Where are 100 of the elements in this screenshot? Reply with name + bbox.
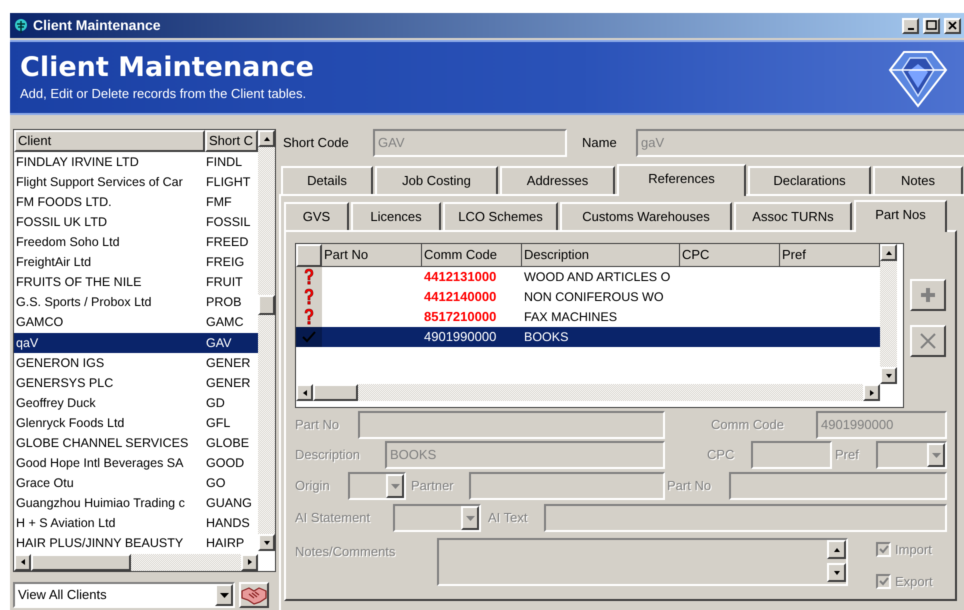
add-button[interactable]: [910, 279, 946, 311]
plus-icon: [919, 286, 937, 304]
tab[interactable]: Notes: [873, 166, 963, 194]
field-label: AI Text: [488, 509, 529, 528]
app-icon: [13, 18, 29, 34]
client-row[interactable]: Guangzhou Huimiao Trading c GUANG: [14, 494, 258, 514]
table-cell-text: Glenryck Foods Ltd: [15, 414, 126, 432]
field-label: Partner: [411, 477, 455, 496]
header-title: Client Maintenance: [20, 52, 315, 84]
close-icon: [919, 332, 937, 350]
table-cell-text: NON CONIFEROUS WO: [523, 288, 665, 306]
delete-button[interactable]: [910, 325, 946, 357]
scroll-left-button[interactable]: [14, 554, 31, 571]
client-row[interactable]: GLOBE CHANNEL SERVICES GLOBE: [14, 433, 258, 454]
tab[interactable]: GVS: [284, 202, 349, 230]
tab[interactable]: Licences: [351, 202, 441, 230]
client-row[interactable]: FINDLAY IRVINE LTD FINDL: [14, 152, 258, 172]
close-button[interactable]: [944, 18, 961, 34]
client-row[interactable]: FRUITS OF THE NILE FRUIT: [14, 272, 258, 293]
column-header[interactable]: Comm Code: [422, 244, 522, 267]
tab[interactable]: Assoc TURNs: [734, 202, 852, 230]
client-row[interactable]: GENERON IGS GENER: [14, 352, 258, 374]
column-header[interactable]: Description: [522, 244, 680, 267]
table-cell-text: FRUIT: [205, 274, 244, 292]
table-cell-text: Geoffrey Duck: [15, 394, 97, 412]
table-cell-text: HAIR PLUS/JINNY BEAUSTY: [15, 535, 184, 552]
tab[interactable]: Declarations: [748, 166, 871, 194]
tab[interactable]: Customs Warehouses: [560, 202, 732, 230]
part-row[interactable]: 4901990000 BOOKS: [296, 327, 880, 347]
field-label: Origin: [295, 477, 331, 496]
client-row[interactable]: HAIR PLUS/JINNY BEAUSTY HAIRP: [14, 534, 258, 554]
client-row[interactable]: Glenryck Foods Ltd GFL: [14, 413, 258, 434]
scroll-left-button[interactable]: [296, 384, 313, 401]
part-row[interactable]: 4412131000 WOOD AND ARTICLES O: [296, 267, 880, 287]
caret-icon: [390, 484, 400, 488]
table-cell-text: GAV: [205, 334, 232, 352]
scroll-right-button[interactable]: [863, 384, 880, 401]
client-row[interactable]: FOSSIL UK LTD FOSSIL: [14, 212, 258, 232]
client-row[interactable]: Flight Support Services of Car FLIGHT: [14, 172, 258, 192]
scroll-up-button[interactable]: [258, 130, 275, 147]
maximize-icon: [925, 19, 938, 32]
column-header[interactable]: Part No: [322, 244, 422, 267]
field-label: Part No: [667, 477, 712, 496]
client-row[interactable]: Grace Otu GO: [14, 474, 258, 494]
tab[interactable]: Details: [281, 166, 373, 194]
table-cell-text: GAMC: [205, 314, 244, 332]
minimize-button[interactable]: [902, 18, 919, 34]
client-row[interactable]: GAMCO GAMC: [14, 312, 258, 333]
tab[interactable]: Addresses: [500, 166, 615, 194]
part-row[interactable]: 8517210000 FAX MACHINES: [296, 307, 880, 327]
table-cell-text: 4901990000: [423, 328, 498, 346]
tab[interactable]: Part Nos: [854, 200, 947, 232]
table-cell-text: Good Hope Intl Beverages SA: [15, 455, 184, 472]
column-header[interactable]: Client: [14, 130, 205, 152]
column-header[interactable]: Pref: [780, 244, 880, 267]
client-row[interactable]: FM FOODS LTD. FMF: [14, 192, 258, 212]
table-cell-text: FAX MACHINES: [523, 308, 618, 326]
header-subtitle: Add, Edit or Delete records from the Client tables.: [20, 84, 308, 103]
part-row[interactable]: 4412140000 NON CONIFEROUS WO: [296, 287, 880, 307]
client-row[interactable]: G.S. Sports / Probox Ltd PROB: [14, 292, 258, 313]
client-row[interactable]: FreightAir Ltd FREIG: [14, 252, 258, 273]
tab[interactable]: LCO Schemes: [443, 202, 558, 230]
table-cell-text: H + S Aviation Ltd: [15, 515, 116, 532]
question-icon: [303, 288, 315, 306]
handshake-button[interactable]: [239, 582, 269, 608]
caret-icon: [932, 452, 940, 458]
table-cell-text: BOOKS: [523, 328, 570, 346]
maximize-button[interactable]: [923, 18, 940, 34]
column-header[interactable]: Short C: [205, 130, 258, 152]
client-row[interactable]: Freedom Soho Ltd FREED: [14, 232, 258, 252]
client-row[interactable]: Good Hope Intl Beverages SA GOOD: [14, 453, 258, 474]
field-label: Notes/Comments: [295, 543, 396, 561]
table-cell-text: GLOBE CHANNEL SERVICES: [15, 434, 190, 452]
filter-dropdown[interactable]: View All Clients: [13, 582, 235, 608]
check-icon: [878, 545, 888, 554]
scrollbar-thumb[interactable]: [31, 554, 131, 571]
client-row[interactable]: H + S Aviation Ltd HANDS: [14, 514, 258, 534]
table-cell-text: GAMCO: [15, 314, 64, 332]
table-cell-text: FINDLAY IRVINE LTD: [15, 154, 140, 171]
scroll-up-button[interactable]: [880, 244, 897, 261]
table-cell-text: PROB: [205, 294, 242, 312]
client-row[interactable]: GENERSYS PLC GENER: [14, 373, 258, 394]
table-cell-text: GENER: [205, 354, 252, 372]
client-row[interactable]: Geoffrey Duck GD: [14, 393, 258, 414]
caret-icon: [220, 592, 228, 598]
question-icon: [303, 308, 315, 326]
scrollbar-thumb[interactable]: [313, 384, 358, 401]
table-cell-text: FM FOODS LTD.: [15, 194, 113, 211]
field-label: Short Code: [283, 134, 350, 152]
client-row[interactable]: qaV GAV: [14, 332, 258, 353]
tab[interactable]: References: [617, 164, 746, 196]
notes-field[interactable]: [437, 538, 848, 586]
scrollbar-thumb[interactable]: [258, 295, 275, 315]
scroll-up-button[interactable]: [827, 540, 846, 559]
scroll-down-button[interactable]: [258, 534, 275, 551]
tab[interactable]: Job Costing: [375, 166, 498, 194]
scroll-down-button[interactable]: [880, 367, 897, 384]
column-header[interactable]: CPC: [680, 244, 780, 267]
scroll-right-button[interactable]: [241, 554, 258, 571]
scroll-down-button[interactable]: [827, 563, 846, 582]
